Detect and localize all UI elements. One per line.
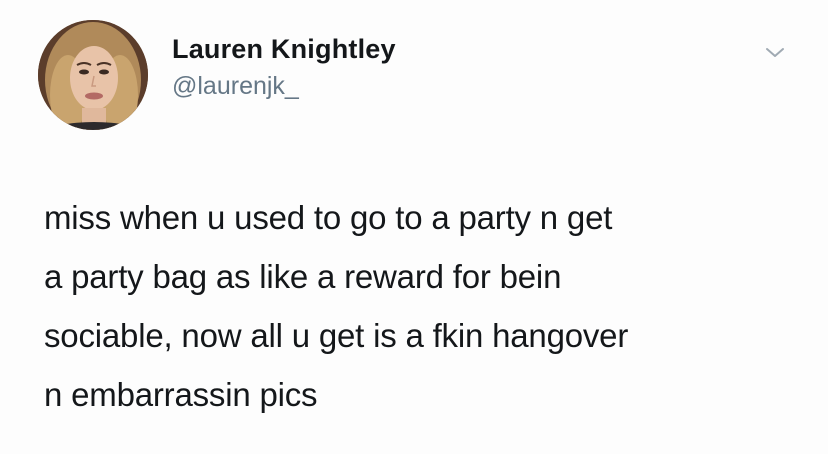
- chevron-down-icon[interactable]: [762, 44, 788, 62]
- author-avatar[interactable]: [38, 20, 148, 130]
- author-handle[interactable]: @laurenjk_: [172, 69, 396, 103]
- tweet-text: miss when u used to go to a party n get …: [44, 199, 629, 413]
- author-display-name[interactable]: Lauren Knightley: [172, 32, 396, 66]
- tweet-card: Lauren Knightley @laurenjk_ miss when u …: [0, 0, 828, 454]
- avatar-image: [38, 20, 148, 130]
- author-info: Lauren Knightley @laurenjk_: [172, 32, 396, 103]
